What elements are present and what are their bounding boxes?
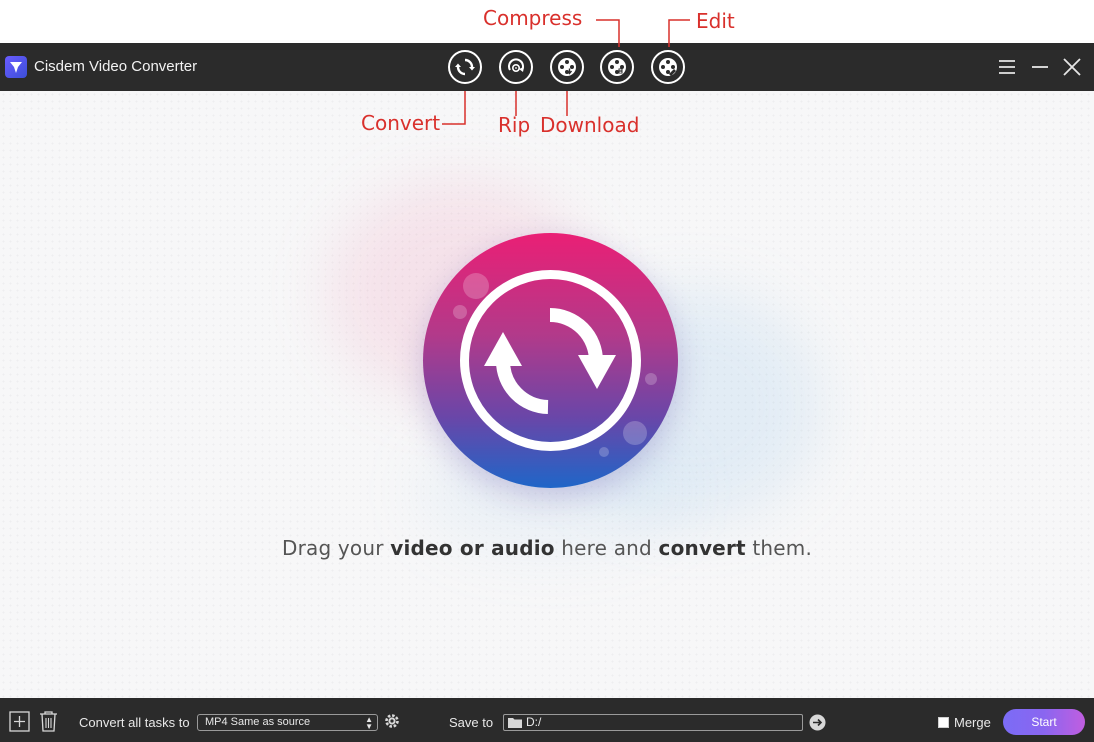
app-title: Cisdem Video Converter xyxy=(34,58,198,75)
drop-area[interactable]: Drag your video or audio here and conver… xyxy=(0,91,1094,698)
delete-button[interactable] xyxy=(38,710,59,737)
convert-hero-icon[interactable] xyxy=(423,233,678,488)
annotation-download: Download xyxy=(540,113,640,137)
save-to-label: Save to xyxy=(449,715,494,730)
start-button[interactable]: Start xyxy=(1003,709,1085,735)
download-mode-button[interactable] xyxy=(550,50,584,84)
title-bar: Cisdem Video Converter xyxy=(0,43,1094,91)
format-settings-button[interactable] xyxy=(383,712,401,735)
select-arrows-icon: ▲ ▼ xyxy=(365,715,373,731)
add-icon xyxy=(9,711,30,732)
compress-mode-button[interactable] xyxy=(600,50,634,84)
output-format-value: MP4 Same as source xyxy=(205,716,311,728)
rip-mode-button[interactable] xyxy=(499,50,533,84)
convert-all-label: Convert all tasks to xyxy=(79,715,190,730)
rip-mode-icon xyxy=(508,58,524,73)
minimize-icon xyxy=(1032,66,1048,68)
folder-icon xyxy=(508,718,522,728)
merge-checkbox[interactable] xyxy=(938,717,949,728)
trash-icon xyxy=(40,711,57,732)
close-icon xyxy=(1063,58,1081,76)
close-button[interactable] xyxy=(1060,55,1084,79)
menu-icon xyxy=(999,60,1015,74)
merge-label: Merge xyxy=(954,715,991,730)
annotation-convert: Convert xyxy=(361,111,441,135)
annotation-edit: Edit xyxy=(696,9,735,33)
cisdem-logo-icon xyxy=(5,56,27,78)
edit-mode-button[interactable] xyxy=(651,50,685,84)
save-path-field[interactable]: D:/ xyxy=(503,714,803,731)
gear-icon xyxy=(385,714,399,728)
drop-instructions: Drag your video or audio here and conver… xyxy=(281,536,813,560)
download-mode-icon xyxy=(558,58,576,76)
bottom-bar: Convert all tasks to MP4 Same as source … xyxy=(0,698,1094,742)
annotation-rip: Rip xyxy=(498,113,531,137)
convert-mode-icon xyxy=(455,58,475,76)
output-format-select[interactable]: MP4 Same as source ▲ ▼ xyxy=(197,714,378,731)
arrow-right-circle-icon xyxy=(809,714,826,731)
compress-mode-icon xyxy=(608,58,626,76)
minimize-button[interactable] xyxy=(1028,55,1052,79)
menu-button[interactable] xyxy=(995,55,1019,79)
edit-mode-icon xyxy=(659,58,677,76)
open-folder-button[interactable] xyxy=(809,714,826,736)
save-path-value: D:/ xyxy=(526,715,542,729)
annotation-compress: Compress xyxy=(483,6,583,30)
add-file-button[interactable] xyxy=(9,711,30,737)
convert-mode-button[interactable] xyxy=(448,50,482,84)
